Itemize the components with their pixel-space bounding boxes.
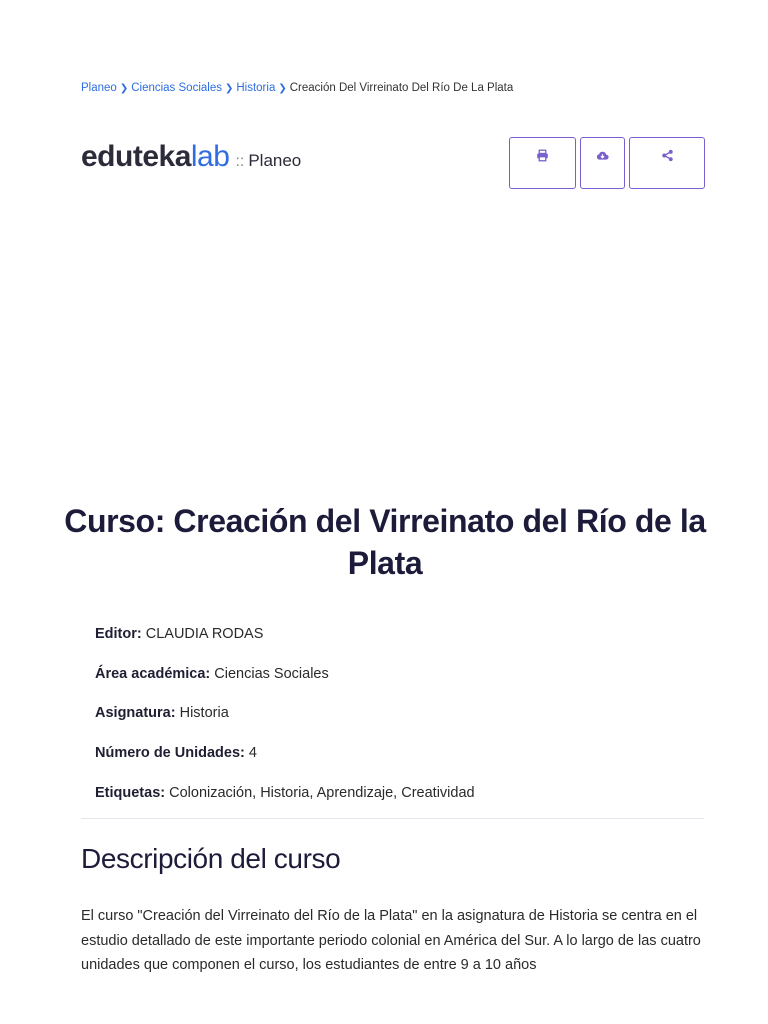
logo[interactable]: edutekа lab :: Planeo <box>81 140 301 174</box>
meta-tags-value: Colonización, Historia, Aprendizaje, Cre… <box>165 784 475 801</box>
share-button[interactable] <box>629 137 705 189</box>
breadcrumb-link-planeo[interactable]: Planeo <box>81 82 117 94</box>
divider <box>81 818 704 819</box>
chevron-right-icon: ❯ <box>278 82 287 94</box>
logo-brand-part1: edutekа <box>81 140 191 173</box>
meta-editor-label: Editor: <box>95 626 142 642</box>
meta-tags: Etiquetas: Colonización, Historia, Apren… <box>95 783 475 823</box>
course-meta: Editor: CLAUDIA RODAS Área académica: Ci… <box>95 624 475 822</box>
meta-units-label: Número de Unidades: <box>95 745 245 762</box>
breadcrumb-current: Creación Del Virreinato Del Río De La Pl… <box>289 82 514 94</box>
breadcrumb-link-ciencias-sociales[interactable]: Ciencias Sociales <box>131 82 222 94</box>
meta-subject-value: Historia <box>175 705 229 722</box>
breadcrumb-link-historia[interactable]: Historia <box>236 82 275 94</box>
meta-area-value: Ciencias Sociales <box>210 665 329 682</box>
description-text: El curso "Creación del Virreinato del Rí… <box>81 908 701 973</box>
chevron-right-icon: ❯ <box>224 82 234 94</box>
course-title: Curso: Creación del Virreinato del Río d… <box>64 503 706 581</box>
meta-subject-label: Asignatura: <box>95 705 176 722</box>
meta-editor: Editor: CLAUDIA RODAS <box>95 624 475 664</box>
print-button[interactable] <box>509 137 576 189</box>
meta-subject: Asignatura: Historia <box>95 703 475 743</box>
chevron-right-icon: ❯ <box>119 82 129 94</box>
cloud-download-icon <box>596 149 609 167</box>
meta-area: Área académica: Ciencias Sociales <box>95 664 475 704</box>
meta-area-label: Área académica: <box>95 665 211 682</box>
meta-editor-value: CLAUDIA RODAS <box>141 626 264 642</box>
share-icon <box>661 149 674 167</box>
breadcrumb: Planeo ❯ Ciencias Sociales ❯ Historia ❯ … <box>81 82 513 94</box>
description-heading: Descripción del curso <box>81 843 341 874</box>
logo-separator: :: <box>235 153 245 170</box>
logo-product: Planeo <box>248 151 302 170</box>
meta-units: Número de Unidades: 4 <box>95 743 475 783</box>
download-button[interactable] <box>580 137 625 189</box>
meta-units-value: 4 <box>244 745 257 762</box>
action-buttons <box>509 137 705 189</box>
meta-tags-label: Etiquetas: <box>95 784 166 801</box>
logo-brand-part2: lab <box>190 140 230 173</box>
page: Planeo ❯ Ciencias Sociales ❯ Historia ❯ … <box>0 0 768 1024</box>
print-icon <box>536 149 549 167</box>
